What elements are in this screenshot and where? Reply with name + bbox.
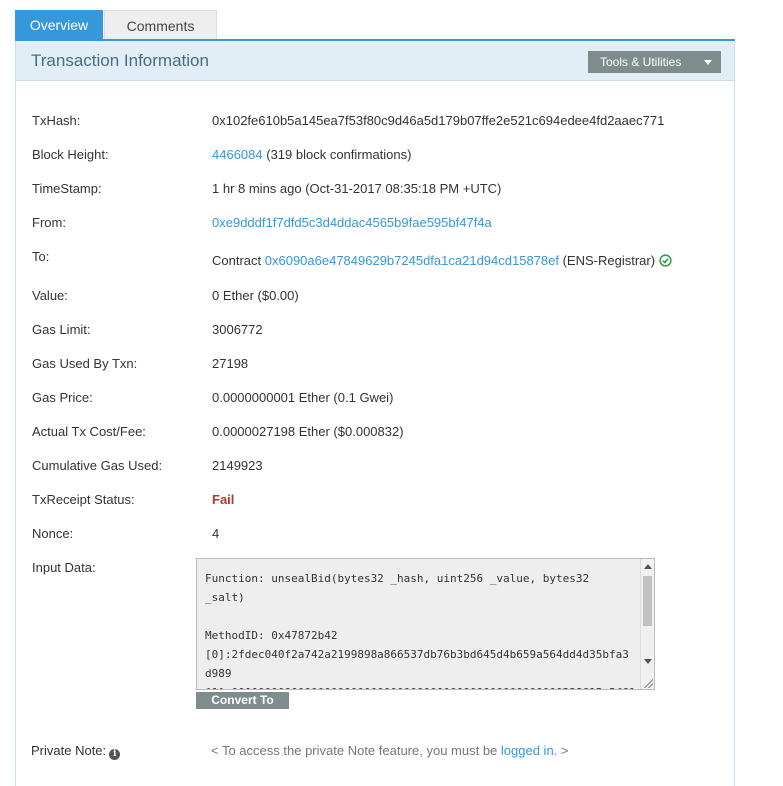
row-receipt-status: TxReceipt Status: Fail xyxy=(32,492,732,512)
timestamp-label: TimeStamp: xyxy=(32,181,102,196)
value-label: Value: xyxy=(32,288,68,303)
scroll-down-arrow-icon[interactable] xyxy=(644,659,652,664)
private-note-value: < To access the private Note feature, yo… xyxy=(211,743,569,758)
panel-header: Transaction Information Tools & Utilitie… xyxy=(16,41,734,81)
gas-used-value: 27198 xyxy=(212,356,249,371)
convert-to-ascii-button[interactable]: Convert To Ascii xyxy=(196,692,289,724)
row-block-height: Block Height: 4466084 (319 block confirm… xyxy=(32,147,732,167)
txhash-value: 0x102fe610b5a145ea7f53f80c9d46a5d179b07f… xyxy=(212,113,665,128)
row-cumulative-gas: Cumulative Gas Used: 2149923 xyxy=(32,458,732,478)
row-timestamp: TimeStamp: 1 hr 8 mins ago (Oct-31-2017 … xyxy=(32,181,732,201)
scroll-up-arrow-icon[interactable] xyxy=(644,564,652,569)
value-value: 0 Ether ($0.00) xyxy=(212,288,299,303)
input-data-scrollbar[interactable] xyxy=(640,559,654,689)
private-note-label: Private Note: xyxy=(31,743,107,758)
input-data-textarea[interactable]: Function: unsealBid(bytes32 _hash, uint2… xyxy=(196,558,655,690)
row-gas-price: Gas Price: 0.0000000001 Ether (0.1 Gwei) xyxy=(32,390,732,410)
cumulative-gas-value: 2149923 xyxy=(212,458,263,473)
nonce-label: Nonce: xyxy=(32,526,74,541)
from-address-link[interactable]: 0xe9dddf1f7dfd5c3d4ddac4565b9fae595bf47f… xyxy=(212,215,492,230)
status-badge: Fail xyxy=(212,492,235,507)
row-nonce: Nonce: 4 xyxy=(32,526,732,546)
panel-title: Transaction Information xyxy=(31,51,209,70)
row-private-note: Private Note: i < To access the private N… xyxy=(31,743,731,763)
from-label: From: xyxy=(32,215,66,230)
gas-limit-value: 3006772 xyxy=(212,322,263,337)
cumulative-gas-label: Cumulative Gas Used: xyxy=(32,458,163,473)
to-value: Contract 0x6090a6e47849629b7245dfa1ca21d… xyxy=(212,253,672,268)
txhash-label: TxHash: xyxy=(32,113,81,128)
to-contract-name: (ENS-Registrar) xyxy=(558,253,656,268)
tools-utilities-button[interactable]: Tools & Utilities xyxy=(588,51,721,73)
check-circle-icon xyxy=(659,254,672,267)
row-txhash: TxHash: 0x102fe610b5a145ea7f53f80c9d46a5… xyxy=(32,113,732,133)
to-label: To: xyxy=(32,249,50,264)
gas-used-label: Gas Used By Txn: xyxy=(32,356,138,371)
row-gas-used: Gas Used By Txn: 27198 xyxy=(32,356,732,376)
row-to: To: Contract 0x6090a6e47849629b7245dfa1c… xyxy=(32,249,732,269)
gas-limit-label: Gas Limit: xyxy=(32,322,91,337)
tab-overview[interactable]: Overview xyxy=(15,10,103,40)
row-gas-limit: Gas Limit: 3006772 xyxy=(32,322,732,342)
info-circle-icon[interactable]: i xyxy=(109,749,121,760)
private-note-prefix: < To access the private Note feature, yo… xyxy=(211,743,501,758)
input-data-text: Function: unsealBid(bytes32 _hash, uint2… xyxy=(205,572,635,689)
tx-cost-label: Actual Tx Cost/Fee: xyxy=(32,424,146,439)
tab-comments[interactable]: Comments xyxy=(104,10,217,40)
gas-price-label: Gas Price: xyxy=(32,390,93,405)
private-note-suffix: > xyxy=(557,743,569,758)
gas-price-value: 0.0000000001 Ether (0.1 Gwei) xyxy=(212,390,394,405)
resize-grip-icon[interactable] xyxy=(643,678,653,688)
login-link[interactable]: logged in. xyxy=(501,743,557,758)
input-data-label: Input Data: xyxy=(32,560,96,575)
tx-cost-value: 0.0000027198 Ether ($0.000832) xyxy=(212,424,404,439)
scroll-thumb[interactable] xyxy=(643,576,652,626)
private-note-label-wrap: Private Note: i xyxy=(31,743,121,760)
block-confirmations: (319 block confirmations) xyxy=(262,147,412,162)
tools-utilities-label: Tools & Utilities xyxy=(600,55,682,69)
receipt-status-label: TxReceipt Status: xyxy=(32,492,135,507)
caret-down-icon xyxy=(704,60,712,65)
timestamp-value: 1 hr 8 mins ago (Oct-31-2017 08:35:18 PM… xyxy=(212,181,502,196)
to-contract-link[interactable]: 0x6090a6e47849629b7245dfa1ca21d94cd15878… xyxy=(265,253,559,268)
block-height-value: 4466084 (319 block confirmations) xyxy=(212,147,411,162)
to-prefix: Contract xyxy=(212,253,265,268)
nonce-value: 4 xyxy=(212,526,220,541)
block-height-label: Block Height: xyxy=(32,147,109,162)
row-value: Value: 0 Ether ($0.00) xyxy=(32,288,732,308)
block-height-link[interactable]: 4466084 xyxy=(212,147,263,162)
row-from: From: 0xe9dddf1f7dfd5c3d4ddac4565b9fae59… xyxy=(32,215,732,235)
row-tx-cost: Actual Tx Cost/Fee: 0.0000027198 Ether (… xyxy=(32,424,732,444)
